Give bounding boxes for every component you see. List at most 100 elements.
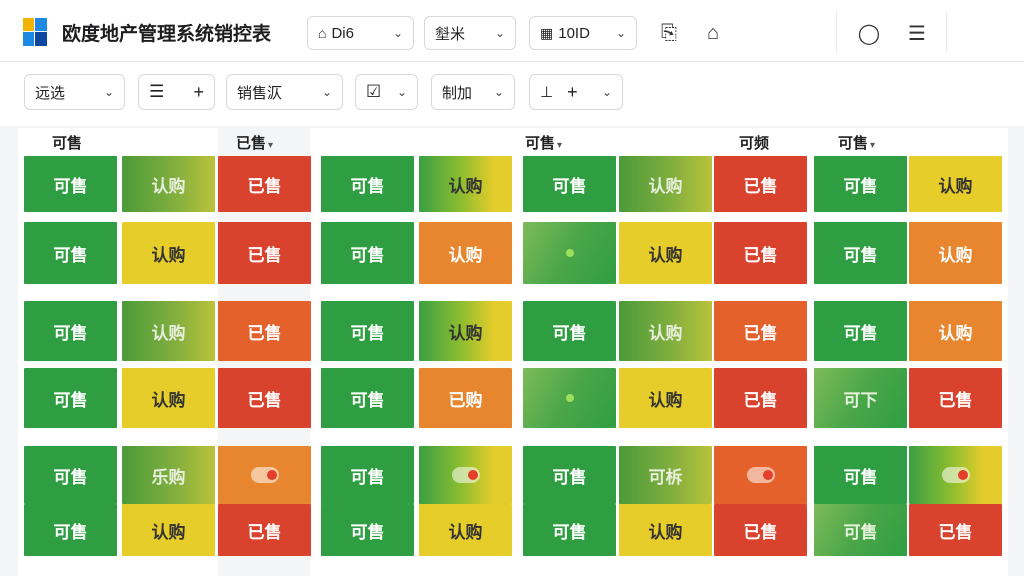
unit-cell[interactable]: 认购: [122, 301, 215, 361]
unit-cell[interactable]: 认购: [419, 222, 512, 284]
toggle-icon[interactable]: [250, 467, 279, 483]
unit-cell[interactable]: 可售: [321, 156, 414, 212]
toggle-icon[interactable]: [451, 467, 480, 483]
unit-cell[interactable]: 可售: [321, 301, 414, 361]
filter-select-5-value: 制加: [442, 84, 473, 102]
view-select-value: 10ID: [558, 24, 590, 42]
plus-icon: +: [567, 81, 578, 102]
unit-cell[interactable]: [523, 222, 616, 284]
unit-cell[interactable]: 已售: [218, 368, 311, 428]
unit-cell[interactable]: 可售: [523, 446, 616, 504]
unit-cell[interactable]: 认购: [619, 368, 712, 428]
filter-select-3[interactable]: 销售㳁 ⌄: [226, 74, 343, 110]
search-list-icon[interactable]: ☰: [902, 18, 932, 48]
divider: [836, 12, 837, 52]
list-icon: ☰: [149, 82, 165, 101]
column-header[interactable]: 已售 ▾: [236, 132, 273, 153]
unit-cell[interactable]: [714, 446, 807, 504]
lock-icon: ⌂: [318, 25, 327, 41]
unit-cell[interactable]: 已售: [909, 504, 1002, 556]
export-icon[interactable]: ⎘: [654, 18, 684, 48]
unit-cell[interactable]: [909, 446, 1002, 504]
checkbox-select[interactable]: ☑ ⌄: [355, 74, 418, 110]
unit-cell[interactable]: 认购: [619, 504, 712, 556]
unit-cell[interactable]: 认购: [122, 222, 215, 284]
sort-icon: ⊥: [540, 84, 554, 101]
unit-cell[interactable]: 已售: [218, 504, 311, 556]
unit-cell[interactable]: 可售: [814, 156, 907, 212]
unit-cell[interactable]: 认购: [419, 156, 512, 212]
unit-cell[interactable]: 认购: [419, 301, 512, 361]
caret-down-icon: ▾: [870, 140, 876, 151]
unit-cell[interactable]: 已售: [714, 504, 807, 556]
sort-add-select[interactable]: ⊥ + ⌄: [529, 74, 623, 110]
unit-cell[interactable]: 认购: [122, 368, 215, 428]
unit-cell[interactable]: 可售: [24, 368, 117, 428]
project-select[interactable]: ⌂ Di6 ⌄: [307, 16, 414, 50]
unit-cell[interactable]: [419, 446, 512, 504]
unit-cell[interactable]: 已售: [909, 368, 1002, 428]
filter-select-1[interactable]: 远选 ⌄: [24, 74, 125, 110]
unit-cell[interactable]: 可售: [24, 222, 117, 284]
unit-cell[interactable]: 认购: [122, 156, 215, 212]
filter-select-5[interactable]: 制加 ⌄: [431, 74, 515, 110]
chevron-down-icon: ⌄: [321, 85, 332, 99]
unit-cell[interactable]: 已购: [419, 368, 512, 428]
view-select[interactable]: ▦ 10ID ⌄: [529, 16, 637, 50]
unit-cell[interactable]: 认购: [419, 504, 512, 556]
column-header-label: 可频: [739, 135, 770, 152]
unit-cell[interactable]: 可售: [814, 301, 907, 361]
unit-cell[interactable]: 认购: [122, 504, 215, 556]
column-header[interactable]: 可售: [52, 132, 82, 153]
unit-cell[interactable]: 可售: [321, 446, 414, 504]
unit-cell[interactable]: [523, 368, 616, 428]
unit-cell[interactable]: 已售: [218, 301, 311, 361]
list-add-button[interactable]: ☰ +: [138, 74, 215, 110]
unit-cell[interactable]: 认购: [619, 301, 712, 361]
unit-cell[interactable]: 认购: [619, 156, 712, 212]
filter-select-3-value: 销售㳁: [237, 84, 283, 102]
unit-cell[interactable]: 认购: [909, 301, 1002, 361]
checkbox-icon: ☑: [366, 82, 382, 101]
toggle-icon[interactable]: [746, 467, 775, 483]
home-icon[interactable]: ⌂: [698, 18, 728, 48]
unit-cell[interactable]: 可柝: [619, 446, 712, 504]
filter-bar: 远选 ⌄ ☰ + 销售㳁 ⌄ ☑ ⌄ 制加 ⌄ ⊥ + ⌄: [0, 62, 1024, 126]
unit-cell[interactable]: 可售: [523, 504, 616, 556]
unit-cell[interactable]: 认购: [619, 222, 712, 284]
column-header-label: 可售: [525, 135, 556, 152]
unit-cell[interactable]: 已售: [714, 368, 807, 428]
column-header[interactable]: 可售 ▾: [838, 132, 875, 153]
project-select-value: Di6: [331, 24, 354, 42]
unit-cell[interactable]: 可售: [24, 156, 117, 212]
unit-cell[interactable]: 可售: [523, 156, 616, 212]
unit-cell[interactable]: 可售: [24, 446, 117, 504]
unit-cell[interactable]: 乐购: [122, 446, 215, 504]
caret-down-icon: ▾: [268, 140, 274, 151]
unit-cell[interactable]: 可售: [24, 504, 117, 556]
top-bar: 欧度地产管理系统销控表 ⌂ Di6 ⌄ 㙦米 ⌄ ▦ 10ID ⌄ ⎘ ⌂ ◯ …: [0, 0, 1024, 62]
column-header[interactable]: 可售 ▾: [525, 132, 562, 153]
unit-cell[interactable]: 可售: [321, 368, 414, 428]
unit-cell[interactable]: 可售: [523, 301, 616, 361]
sales-control-board: 可售 已售 ▾ 可售 ▾ 可频 可售 ▾ 可售 认购 已售 可售 认购 可售 认购 已…: [18, 128, 1008, 576]
chat-icon[interactable]: ◯: [854, 18, 884, 48]
unit-cell[interactable]: 已售: [218, 156, 311, 212]
unit-cell[interactable]: 认购: [909, 156, 1002, 212]
toggle-icon[interactable]: [941, 467, 970, 483]
unit-cell[interactable]: 可售: [321, 222, 414, 284]
unit-cell[interactable]: 可售: [814, 504, 907, 556]
column-header[interactable]: 可频: [739, 132, 769, 153]
unit-cell[interactable]: 已售: [714, 222, 807, 284]
unit-cell[interactable]: 可下: [814, 368, 907, 428]
unit-cell[interactable]: 已售: [714, 156, 807, 212]
unit-cell[interactable]: 可售: [814, 446, 907, 504]
unit-cell[interactable]: 已售: [218, 222, 311, 284]
unit-cell[interactable]: 可售: [24, 301, 117, 361]
unit-cell[interactable]: 可售: [814, 222, 907, 284]
unit-cell[interactable]: 认购: [909, 222, 1002, 284]
unit-cell[interactable]: 可售: [321, 504, 414, 556]
unit-select[interactable]: 㙦米 ⌄: [424, 16, 516, 50]
unit-cell[interactable]: 已售: [714, 301, 807, 361]
unit-cell[interactable]: [218, 446, 311, 504]
